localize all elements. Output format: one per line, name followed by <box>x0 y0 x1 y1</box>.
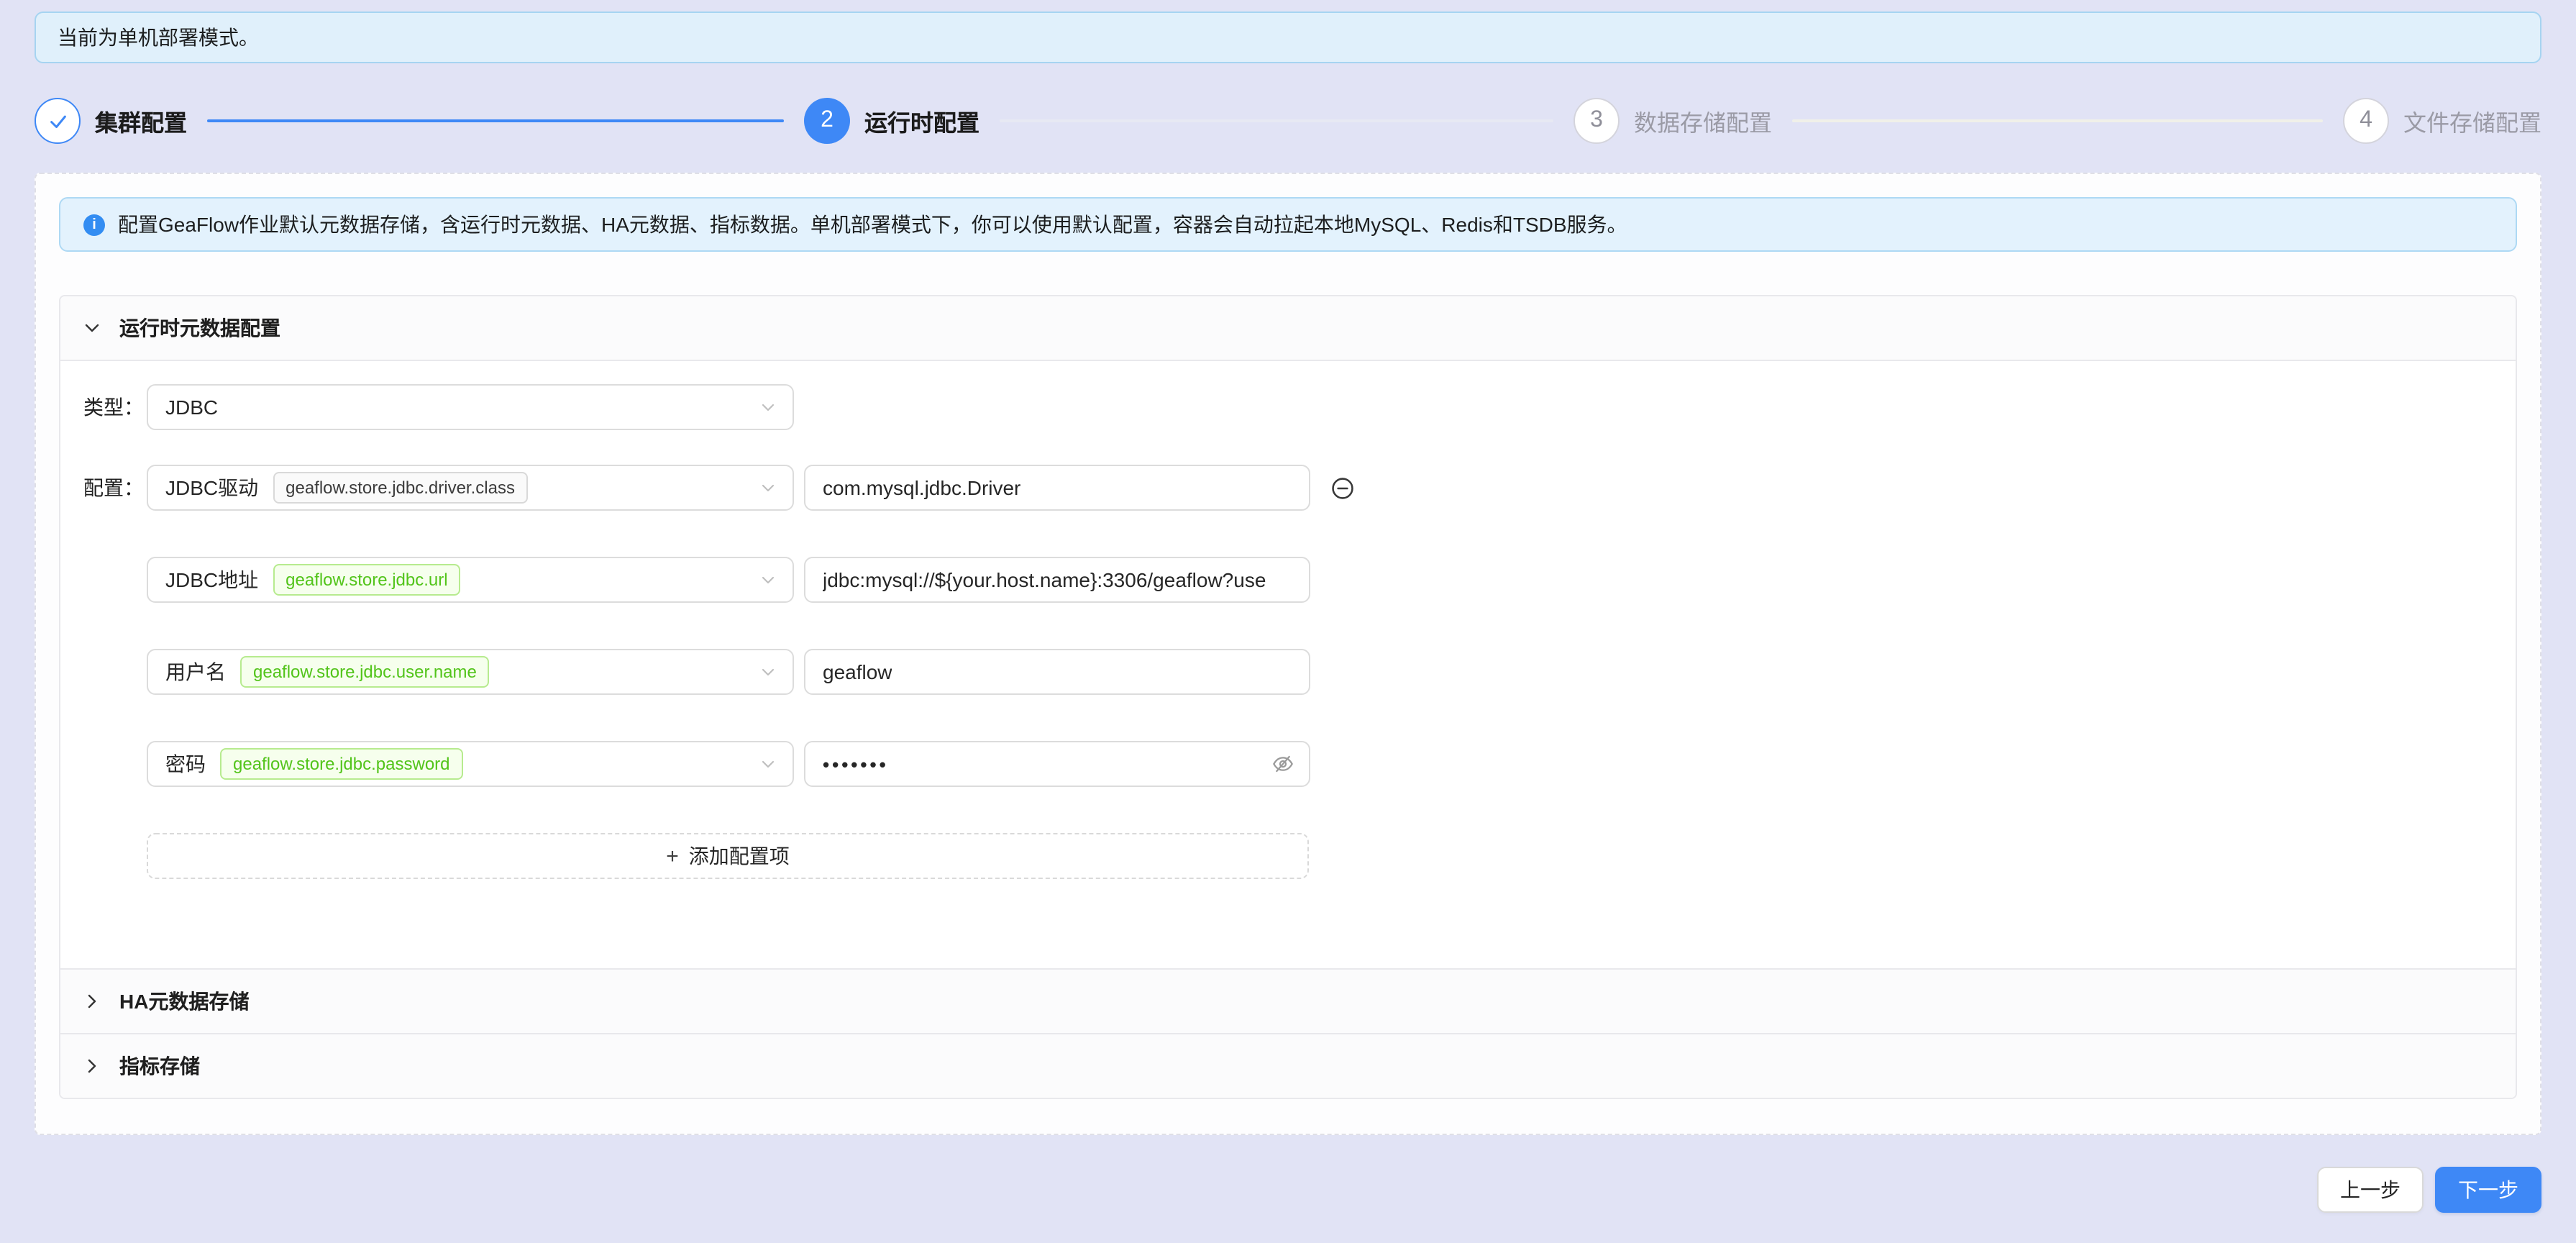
config-key-select[interactable]: 用户名 geaflow.store.jdbc.user.name <box>147 649 794 695</box>
deployment-wizard-page: 当前为单机部署模式。 集群配置 2 运行时配置 3 数据存储配置 4 文件存储配… <box>0 12 2576 1243</box>
config-value-text: geaflow <box>823 660 892 683</box>
config-card: i 配置GeaFlow作业默认元数据存储，含运行时元数据、HA元数据、指标数据。… <box>35 173 2541 1135</box>
config-value-input[interactable]: geaflow <box>804 649 1310 695</box>
config-key-label: 用户名 <box>165 660 226 683</box>
panel-title: 指标存储 <box>119 1055 200 1078</box>
chevron-down-icon <box>83 319 101 337</box>
config-row-password: 密码 geaflow.store.jdbc.password ••••••• <box>83 741 2493 787</box>
step-title: 文件存储配置 <box>2403 112 2542 137</box>
info-alert: i 配置GeaFlow作业默认元数据存储，含运行时元数据、HA元数据、指标数据。… <box>59 197 2517 252</box>
config-value-input[interactable]: jdbc:mysql://${your.host.name}:3306/geaf… <box>804 557 1310 603</box>
step-number-icon: 2 <box>804 98 850 144</box>
step-check-icon <box>35 98 81 144</box>
chevron-down-icon <box>759 663 777 680</box>
standalone-mode-banner: 当前为单机部署模式。 <box>35 12 2541 63</box>
stepper: 集群配置 2 运行时配置 3 数据存储配置 4 文件存储配置 <box>35 98 2541 144</box>
step-runtime-config[interactable]: 2 运行时配置 <box>804 98 1574 144</box>
step-title: 运行时配置 <box>864 112 980 137</box>
config-key-tag: geaflow.store.jdbc.password <box>220 748 463 780</box>
chevron-right-icon <box>83 993 101 1010</box>
step-connector <box>1000 119 1553 122</box>
config-value-text: com.mysql.jdbc.Driver <box>823 476 1021 499</box>
config-key-select[interactable]: JDBC驱动 geaflow.store.jdbc.driver.class <box>147 465 794 511</box>
banner-text: 当前为单机部署模式。 <box>58 26 259 49</box>
step-title: 集群配置 <box>95 112 188 137</box>
chevron-down-icon <box>759 479 777 496</box>
chevron-down-icon <box>759 571 777 588</box>
config-value-input[interactable]: com.mysql.jdbc.Driver <box>804 465 1310 511</box>
panel-ha-metadata: HA元数据存储 <box>60 968 2516 1033</box>
config-key-label: JDBC地址 <box>165 568 259 591</box>
info-icon: i <box>83 214 105 235</box>
chevron-down-icon <box>759 399 777 416</box>
config-label: 配置： <box>83 476 144 499</box>
add-config-item-button[interactable]: + 添加配置项 <box>147 833 1309 879</box>
panel-header-ha-metadata[interactable]: HA元数据存储 <box>60 970 2516 1033</box>
config-value-text: jdbc:mysql://${your.host.name}:3306/geaf… <box>823 568 1266 591</box>
plus-icon: + <box>666 844 679 868</box>
wizard-footer: 上一步 下一步 <box>35 1167 2541 1213</box>
password-input[interactable]: ••••••• <box>804 741 1310 787</box>
config-row-username: 用户名 geaflow.store.jdbc.user.name geaflow <box>83 649 2493 695</box>
type-label: 类型： <box>83 396 144 419</box>
step-connector <box>1792 119 2323 122</box>
collapse-group: 运行时元数据配置 类型： JDBC 配置： JDBC驱动 geaflow.sto… <box>59 295 2517 1099</box>
minus-circle-icon[interactable] <box>1330 475 1355 500</box>
panel-runtime-metadata: 运行时元数据配置 类型： JDBC 配置： JDBC驱动 geaflow.sto… <box>60 296 2516 968</box>
config-key-label: 密码 <box>165 752 206 775</box>
chevron-down-icon <box>759 755 777 773</box>
step-file-storage-config: 4 文件存储配置 <box>2343 98 2541 144</box>
type-select[interactable]: JDBC <box>147 384 794 430</box>
step-data-storage-config: 3 数据存储配置 <box>1574 98 2343 144</box>
type-row: 类型： JDBC <box>83 384 2493 430</box>
config-row-url: JDBC地址 geaflow.store.jdbc.url jdbc:mysql… <box>83 557 2493 603</box>
panel-header-metrics-store[interactable]: 指标存储 <box>60 1034 2516 1098</box>
add-config-item-label: 添加配置项 <box>688 844 790 868</box>
config-key-tag: geaflow.store.jdbc.user.name <box>240 656 490 688</box>
config-key-tag: geaflow.store.jdbc.url <box>273 564 461 596</box>
info-alert-text: 配置GeaFlow作业默认元数据存储，含运行时元数据、HA元数据、指标数据。单机… <box>118 213 1627 236</box>
panel-metrics-store: 指标存储 <box>60 1033 2516 1098</box>
step-cluster-config[interactable]: 集群配置 <box>35 98 804 144</box>
password-masked-value: ••••••• <box>823 753 889 775</box>
eye-invisible-icon[interactable] <box>1271 752 1294 775</box>
step-connector <box>207 119 784 122</box>
config-key-select[interactable]: 密码 geaflow.store.jdbc.password <box>147 741 794 787</box>
step-title: 数据存储配置 <box>1634 112 1773 137</box>
config-row-driver: 配置： JDBC驱动 geaflow.store.jdbc.driver.cla… <box>83 465 2493 511</box>
next-step-button[interactable]: 下一步 <box>2435 1167 2541 1213</box>
previous-step-button[interactable]: 上一步 <box>2317 1167 2424 1213</box>
config-key-select[interactable]: JDBC地址 geaflow.store.jdbc.url <box>147 557 794 603</box>
type-select-value: JDBC <box>165 396 219 419</box>
step-number-icon: 4 <box>2343 98 2389 144</box>
chevron-right-icon <box>83 1057 101 1075</box>
panel-body-runtime-metadata: 类型： JDBC 配置： JDBC驱动 geaflow.store.jdbc.d… <box>60 360 2516 968</box>
config-key-label: JDBC驱动 <box>165 476 259 499</box>
panel-header-runtime-metadata[interactable]: 运行时元数据配置 <box>60 296 2516 360</box>
config-key-tag: geaflow.store.jdbc.driver.class <box>273 472 528 504</box>
step-number-icon: 3 <box>1574 98 1620 144</box>
panel-title: HA元数据存储 <box>119 990 250 1013</box>
panel-title: 运行时元数据配置 <box>119 317 280 340</box>
